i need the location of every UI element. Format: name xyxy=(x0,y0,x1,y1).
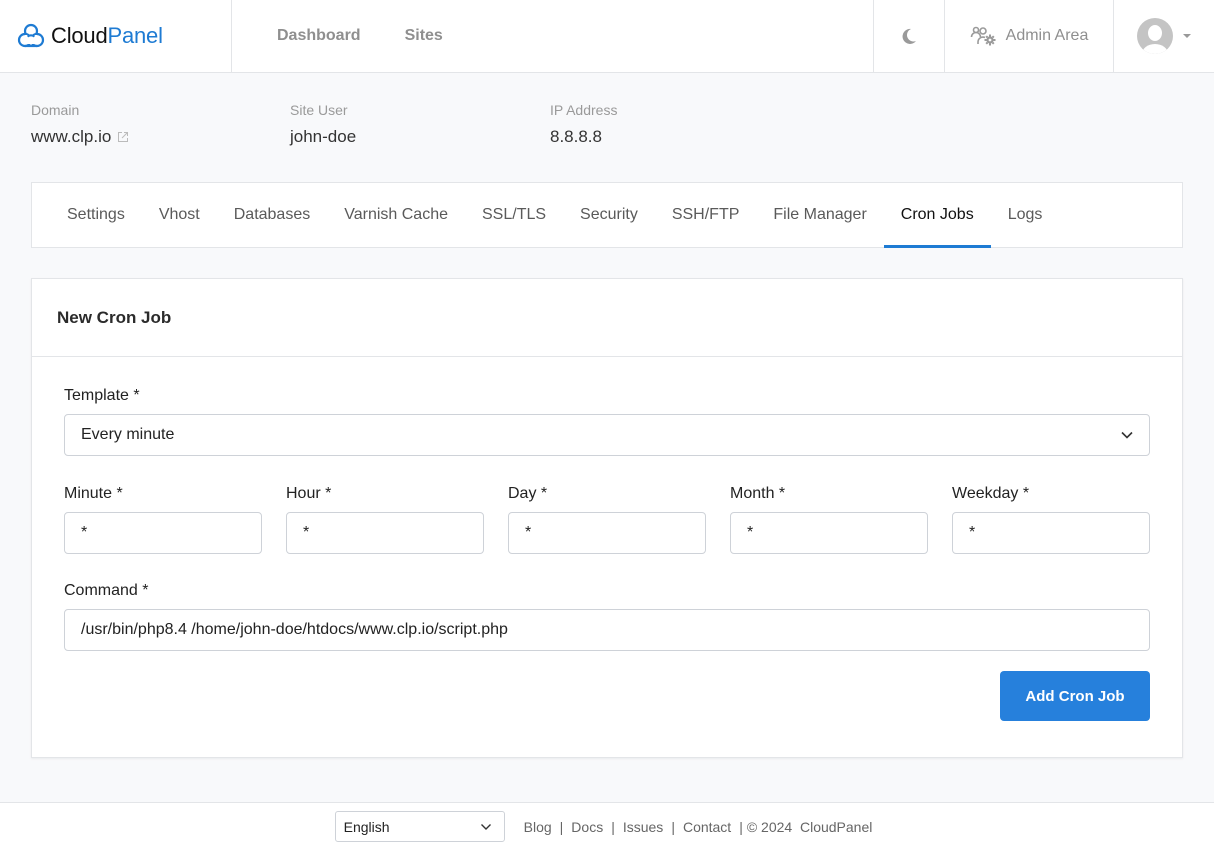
brand-logo[interactable]: CloudPanel xyxy=(0,0,232,72)
month-input[interactable] xyxy=(730,512,928,554)
users-gear-icon xyxy=(970,26,998,46)
footer-link-contact[interactable]: Contact xyxy=(683,819,731,835)
hour-label: Hour * xyxy=(286,485,484,503)
footer-link-blog[interactable]: Blog xyxy=(524,819,552,835)
hour-input[interactable] xyxy=(286,512,484,554)
user-menu-button[interactable] xyxy=(1113,0,1214,72)
tab-varnish-cache[interactable]: Varnish Cache xyxy=(327,183,465,247)
add-cron-job-button[interactable]: Add Cron Job xyxy=(1000,671,1150,721)
footer-links: Blog | Docs | Issues | Contact | © 2024 … xyxy=(524,819,873,835)
footer: English Blog | Docs | Issues | Contact |… xyxy=(0,802,1214,850)
tab-vhost[interactable]: Vhost xyxy=(142,183,217,247)
day-group: Day * xyxy=(508,485,706,554)
card-title: New Cron Job xyxy=(57,308,171,328)
ip-value: 8.8.8.8 xyxy=(550,127,617,147)
schedule-fields: Minute * Hour * Day * Month * Weekday * xyxy=(64,485,1150,554)
command-label: Command * xyxy=(64,582,1150,600)
month-label: Month * xyxy=(730,485,928,503)
theme-toggle-button[interactable] xyxy=(873,0,944,72)
site-user: Site User john-doe xyxy=(290,102,550,147)
template-selected-value: Every minute xyxy=(81,426,174,444)
separator: | xyxy=(560,819,564,835)
tab-cron-jobs[interactable]: Cron Jobs xyxy=(884,183,991,247)
separator: | xyxy=(739,819,743,835)
weekday-label: Weekday * xyxy=(952,485,1150,503)
tab-databases[interactable]: Databases xyxy=(217,183,328,247)
minute-label: Minute * xyxy=(64,485,262,503)
cron-job-form: Template * Every minute Minute * Hour * … xyxy=(32,357,1182,721)
month-group: Month * xyxy=(730,485,928,554)
nav-dashboard[interactable]: Dashboard xyxy=(277,27,361,45)
language-select[interactable]: English xyxy=(335,811,505,842)
weekday-group: Weekday * xyxy=(952,485,1150,554)
separator: | xyxy=(671,819,675,835)
form-actions: Add Cron Job xyxy=(64,671,1150,721)
command-group: Command * xyxy=(64,582,1150,651)
command-input[interactable] xyxy=(64,609,1150,651)
brand-part-2: Panel xyxy=(107,23,162,48)
template-label: Template * xyxy=(64,387,1150,405)
domain-label: Domain xyxy=(31,102,290,118)
tab-ssl-tls[interactable]: SSL/TLS xyxy=(465,183,563,247)
site-user-value: john-doe xyxy=(290,127,550,147)
site-tabs: Settings Vhost Databases Varnish Cache S… xyxy=(31,182,1183,248)
user-avatar-icon xyxy=(1137,18,1173,54)
new-cron-job-card: New Cron Job Template * Every minute Min… xyxy=(31,278,1183,758)
chevron-down-icon xyxy=(1183,34,1191,38)
minute-input[interactable] xyxy=(64,512,262,554)
day-input[interactable] xyxy=(508,512,706,554)
brand-name: CloudPanel xyxy=(51,23,163,49)
admin-area-button[interactable]: Admin Area xyxy=(944,0,1113,72)
domain-link[interactable]: www.clp.io xyxy=(31,127,111,147)
site-domain: Domain www.clp.io xyxy=(31,102,290,147)
tab-file-manager[interactable]: File Manager xyxy=(756,183,883,247)
hour-group: Hour * xyxy=(286,485,484,554)
tab-logs[interactable]: Logs xyxy=(991,183,1060,247)
nav-sites[interactable]: Sites xyxy=(405,27,443,45)
tab-security[interactable]: Security xyxy=(563,183,655,247)
tab-settings[interactable]: Settings xyxy=(50,183,142,247)
site-info: Domain www.clp.io Site User john-doe IP … xyxy=(31,102,617,147)
admin-area-label: Admin Area xyxy=(1006,27,1089,45)
moon-icon xyxy=(900,27,918,45)
site-user-label: Site User xyxy=(290,102,550,118)
site-ip: IP Address 8.8.8.8 xyxy=(550,102,617,147)
chevron-down-icon xyxy=(480,823,492,831)
chevron-down-icon xyxy=(1121,431,1133,439)
minute-group: Minute * xyxy=(64,485,262,554)
language-selected-value: English xyxy=(344,819,390,835)
footer-link-issues[interactable]: Issues xyxy=(623,819,663,835)
cloud-logo-icon xyxy=(17,22,45,50)
template-select[interactable]: Every minute xyxy=(64,414,1150,456)
card-header: New Cron Job xyxy=(32,279,1182,357)
copyright: © 2024 CloudPanel xyxy=(747,819,873,835)
main-nav: Dashboard Sites xyxy=(232,0,873,72)
brand-part-1: Cloud xyxy=(51,23,107,48)
top-bar: CloudPanel Dashboard Sites Admin Area xyxy=(0,0,1214,73)
weekday-input[interactable] xyxy=(952,512,1150,554)
tab-ssh-ftp[interactable]: SSH/FTP xyxy=(655,183,757,247)
separator: | xyxy=(611,819,615,835)
footer-link-docs[interactable]: Docs xyxy=(571,819,603,835)
day-label: Day * xyxy=(508,485,706,503)
ip-label: IP Address xyxy=(550,102,617,118)
external-link-icon[interactable] xyxy=(117,131,129,143)
